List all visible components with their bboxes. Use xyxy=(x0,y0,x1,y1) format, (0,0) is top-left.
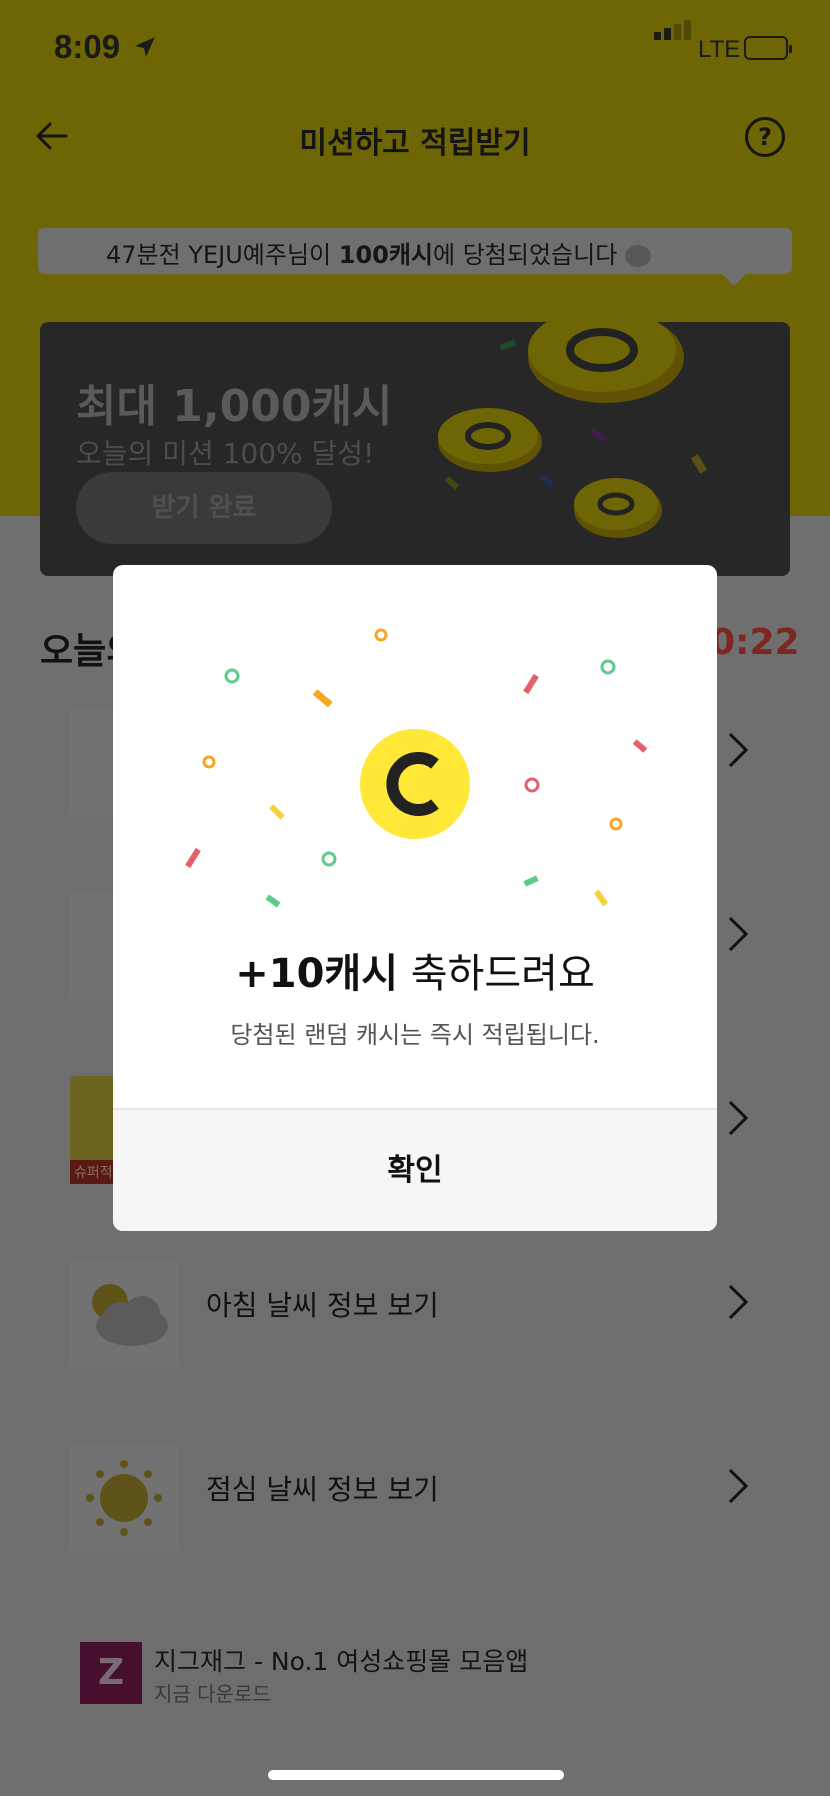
chevron-right-icon xyxy=(728,1284,749,1320)
confirm-button[interactable]: 확인 xyxy=(113,1110,717,1231)
winner-ticker: 47분전 YEJU예주님이 100캐시에 당첨되었습니다 xyxy=(38,228,792,286)
reward-dialog: +10캐시 축하드려요 당첨된 랜덤 캐시는 즉시 적립됩니다. 확인 xyxy=(113,565,717,1231)
nav-bar: 미션하고 적립받기 ? xyxy=(0,100,830,180)
coins-illustration xyxy=(438,322,707,538)
chevron-right-icon xyxy=(728,916,749,952)
location-arrow-icon xyxy=(135,37,155,57)
claim-complete-button[interactable]: 받기 완료 xyxy=(76,472,332,544)
chevron-right-icon xyxy=(728,1468,749,1504)
ad-subtitle: 지금 다운로드 xyxy=(154,1682,271,1706)
mission-card-lunch-weather[interactable]: 점심 날씨 정보 보기 xyxy=(40,1416,790,1566)
chevron-right-icon xyxy=(728,1100,749,1136)
battery-icon xyxy=(744,36,792,60)
help-icon[interactable]: ? xyxy=(745,117,785,157)
ad-title: 지그재그 - No.1 여성쇼핑몰 모음앱 xyxy=(154,1647,529,1676)
countdown-timer: 0:22 xyxy=(710,622,800,663)
partly-cloudy-icon xyxy=(70,1260,178,1368)
clap-icon xyxy=(624,245,651,267)
network-label: LTE xyxy=(698,36,741,63)
status-time: 8:09 xyxy=(54,28,121,65)
mission-card-morning-weather[interactable]: 아침 날씨 정보 보기 xyxy=(40,1232,790,1382)
page-title: 미션하고 적립받기 xyxy=(299,126,531,161)
reward-headline: +10캐시 축하드려요 xyxy=(113,941,717,999)
home-indicator[interactable] xyxy=(268,1770,564,1780)
reward-message: 축하드려요 xyxy=(398,951,595,997)
reward-description: 당첨된 랜덤 캐시는 즉시 적립됩니다. xyxy=(230,1021,600,1049)
zigzag-logo: Z xyxy=(80,1642,142,1704)
ad-banner[interactable]: Z 지그재그 - No.1 여성쇼핑몰 모음앱 지금 다운로드 xyxy=(40,1602,790,1732)
mission-banner: 최대 1,000캐시 오늘의 미션 100% 달성! 받기 완료 xyxy=(40,322,790,576)
status-bar: 8:09 LTE xyxy=(0,0,830,100)
mission-badge: 슈퍼적 xyxy=(70,1160,117,1184)
confetti-illustration xyxy=(185,628,648,908)
mission-label: 점심 날씨 정보 보기 xyxy=(206,1473,439,1506)
reward-amount: +10캐시 xyxy=(235,951,399,997)
chevron-right-icon xyxy=(728,732,749,768)
banner-subtitle: 오늘의 미션 100% 달성! xyxy=(76,437,375,470)
sun-icon xyxy=(70,1444,178,1552)
coin-icon xyxy=(360,729,470,839)
banner-title: 최대 1,000캐시 xyxy=(76,381,393,432)
ticker-amount: 100캐시 xyxy=(338,241,434,269)
mission-label: 아침 날씨 정보 보기 xyxy=(206,1289,439,1322)
ticker-text: 47분전 YEJU예주님이 100캐시에 당첨되었습니다 xyxy=(106,235,651,270)
